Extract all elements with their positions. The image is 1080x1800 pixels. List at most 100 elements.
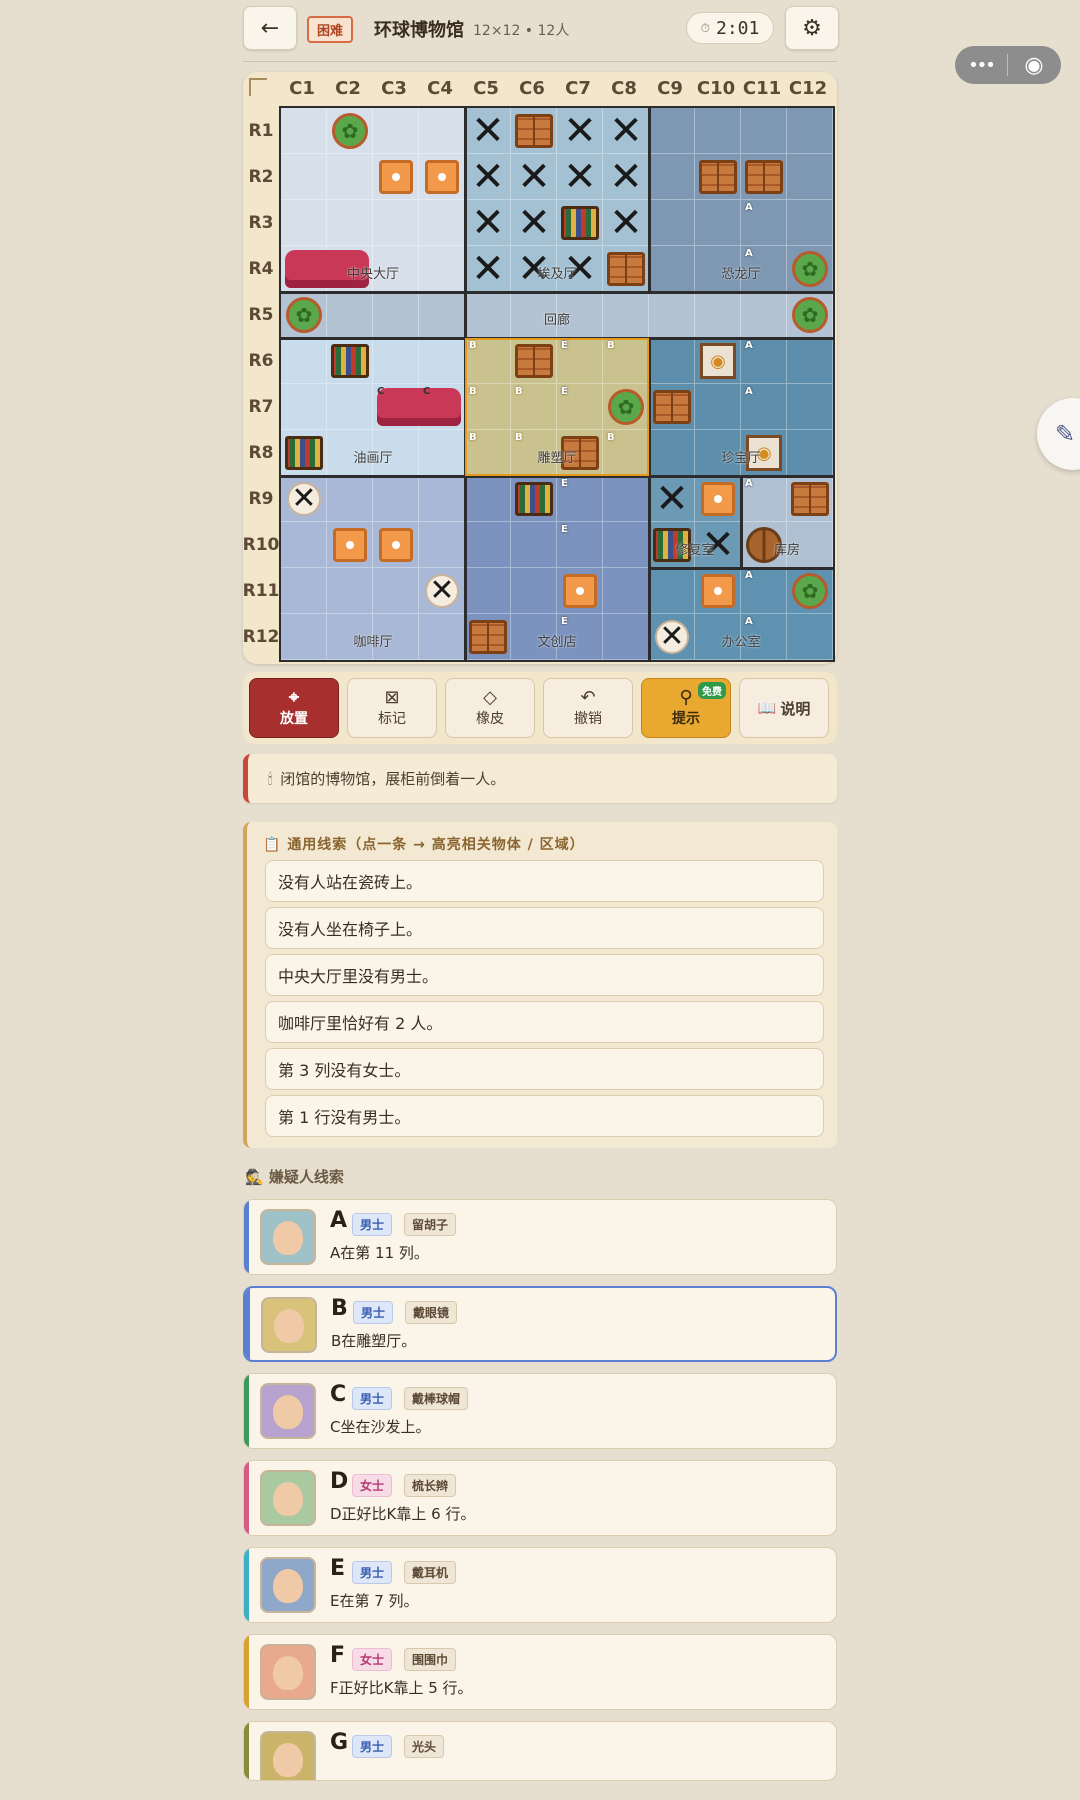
avatar [260, 1209, 316, 1265]
board-cell[interactable] [649, 154, 695, 200]
board-cell[interactable] [741, 292, 787, 338]
board-cell[interactable] [281, 154, 327, 200]
board-cell[interactable] [327, 384, 373, 430]
board-cell[interactable] [281, 384, 327, 430]
board-cell[interactable] [419, 338, 465, 384]
board-cell[interactable] [465, 522, 511, 568]
board-cell[interactable] [327, 292, 373, 338]
suspect-card-e[interactable]: E 男士 戴耳机 E在第 7 列。 [243, 1547, 837, 1623]
pencil-button[interactable]: ✎ [1037, 398, 1080, 470]
board-cell[interactable] [419, 476, 465, 522]
clue-item[interactable]: 咖啡厅里恰好有 2 人。 [265, 1001, 824, 1043]
board-cell[interactable] [787, 384, 833, 430]
board-cell[interactable] [787, 338, 833, 384]
region-label: 埃及厅 [537, 267, 577, 283]
board-cell[interactable] [603, 568, 649, 614]
board-cell[interactable] [649, 338, 695, 384]
board-cell[interactable] [787, 154, 833, 200]
board-cell[interactable] [419, 292, 465, 338]
board-cell[interactable] [281, 614, 327, 660]
board-cell[interactable] [373, 338, 419, 384]
place-button[interactable]: ⌖ 放置 [249, 678, 339, 738]
clue-item[interactable]: 没有人坐在椅子上。 [265, 907, 824, 949]
suspect-card-d[interactable]: D 女士 梳长辫 D正好比K靠上 6 行。 [243, 1460, 837, 1536]
help-button[interactable]: 📖 说明 [739, 678, 829, 738]
column-header: C2 [335, 78, 361, 99]
board-cell[interactable] [281, 568, 327, 614]
board-cell[interactable] [787, 614, 833, 660]
board-cell[interactable] [649, 568, 695, 614]
board-cell[interactable] [603, 476, 649, 522]
mark-button[interactable]: ⊠ 标记 [347, 678, 437, 738]
board-cell[interactable] [419, 246, 465, 292]
hint-button[interactable]: 免费 ⚲ 提示 [641, 678, 731, 738]
board-cell[interactable] [373, 292, 419, 338]
suspect-card-f[interactable]: F 女士 围围巾 F正好比K靠上 5 行。 [243, 1634, 837, 1710]
board-cell[interactable] [419, 522, 465, 568]
board-cell[interactable] [741, 108, 787, 154]
board-cell[interactable] [465, 292, 511, 338]
board-cell[interactable] [695, 292, 741, 338]
board-cell[interactable] [511, 568, 557, 614]
board-cell[interactable] [419, 108, 465, 154]
suspect-card-c[interactable]: C 男士 戴棒球帽 C坐在沙发上。 [243, 1373, 837, 1449]
table-icon-cell [373, 522, 419, 568]
suspect-card-a[interactable]: A 男士 留胡子 A在第 11 列。 [243, 1199, 837, 1275]
board-cell[interactable] [373, 568, 419, 614]
plant-icon-cell: ✿ [787, 246, 833, 292]
board-cell[interactable] [511, 522, 557, 568]
candidate-tag: B [607, 340, 615, 351]
avatar [260, 1731, 316, 1780]
back-button[interactable]: ← [243, 6, 297, 50]
undo-button[interactable]: ↶ 撤销 [543, 678, 633, 738]
clue-item[interactable]: 第 3 列没有女士。 [265, 1048, 824, 1090]
region-label: 恐龙厅 [721, 267, 761, 283]
more-dots-icon[interactable]: ••• [955, 55, 1007, 76]
board-cell[interactable] [603, 292, 649, 338]
board-cell[interactable] [649, 430, 695, 476]
clue-item[interactable]: 中央大厅里没有男士。 [265, 954, 824, 996]
board-cell[interactable] [281, 522, 327, 568]
board-cell[interactable] [695, 108, 741, 154]
board-cell[interactable] [787, 108, 833, 154]
board-cell[interactable] [419, 200, 465, 246]
board-cell[interactable] [465, 476, 511, 522]
target-icon[interactable]: ◉ [1008, 53, 1060, 78]
board-cell[interactable] [281, 338, 327, 384]
eraser-button[interactable]: ◇ 橡皮 [445, 678, 535, 738]
clue-item[interactable]: 第 1 行没有男士。 [265, 1095, 824, 1137]
board-cell[interactable] [465, 568, 511, 614]
board-cell[interactable] [327, 200, 373, 246]
board-cell[interactable] [695, 384, 741, 430]
board-cell[interactable] [787, 430, 833, 476]
row-header: R7 [248, 397, 274, 417]
board-cell[interactable] [649, 108, 695, 154]
suspect-card-g[interactable]: G 男士 光头 [243, 1721, 837, 1781]
board-cell[interactable] [373, 108, 419, 154]
board-cell[interactable] [373, 200, 419, 246]
board-cell[interactable] [419, 614, 465, 660]
column-header: C8 [611, 78, 637, 99]
board-cell[interactable] [649, 292, 695, 338]
board-cell[interactable] [419, 430, 465, 476]
board-cell[interactable] [327, 568, 373, 614]
board-cell[interactable] [603, 614, 649, 660]
suspect-clue: F正好比K靠上 5 行。 [330, 1679, 473, 1697]
board-cell[interactable] [327, 476, 373, 522]
clue-item[interactable]: 没有人站在瓷砖上。 [265, 860, 824, 902]
board-cell[interactable] [649, 200, 695, 246]
board-cell[interactable] [281, 108, 327, 154]
settings-button[interactable]: ⚙ [785, 6, 839, 50]
board-cell[interactable] [787, 200, 833, 246]
suspect-card-b[interactable]: B 男士 戴眼镜 B在雕塑厅。 [243, 1286, 837, 1362]
suspect-letter: G [330, 1730, 349, 1755]
cabinet-icon-cell [511, 338, 557, 384]
x-mark-icon: ✕ [655, 476, 689, 522]
board-cell[interactable] [327, 154, 373, 200]
board-cell[interactable] [281, 200, 327, 246]
board-cell[interactable] [603, 522, 649, 568]
board-cell[interactable] [695, 200, 741, 246]
board-cell[interactable] [649, 246, 695, 292]
board-cell[interactable] [373, 476, 419, 522]
suspect-clue: E在第 7 列。 [330, 1592, 419, 1610]
